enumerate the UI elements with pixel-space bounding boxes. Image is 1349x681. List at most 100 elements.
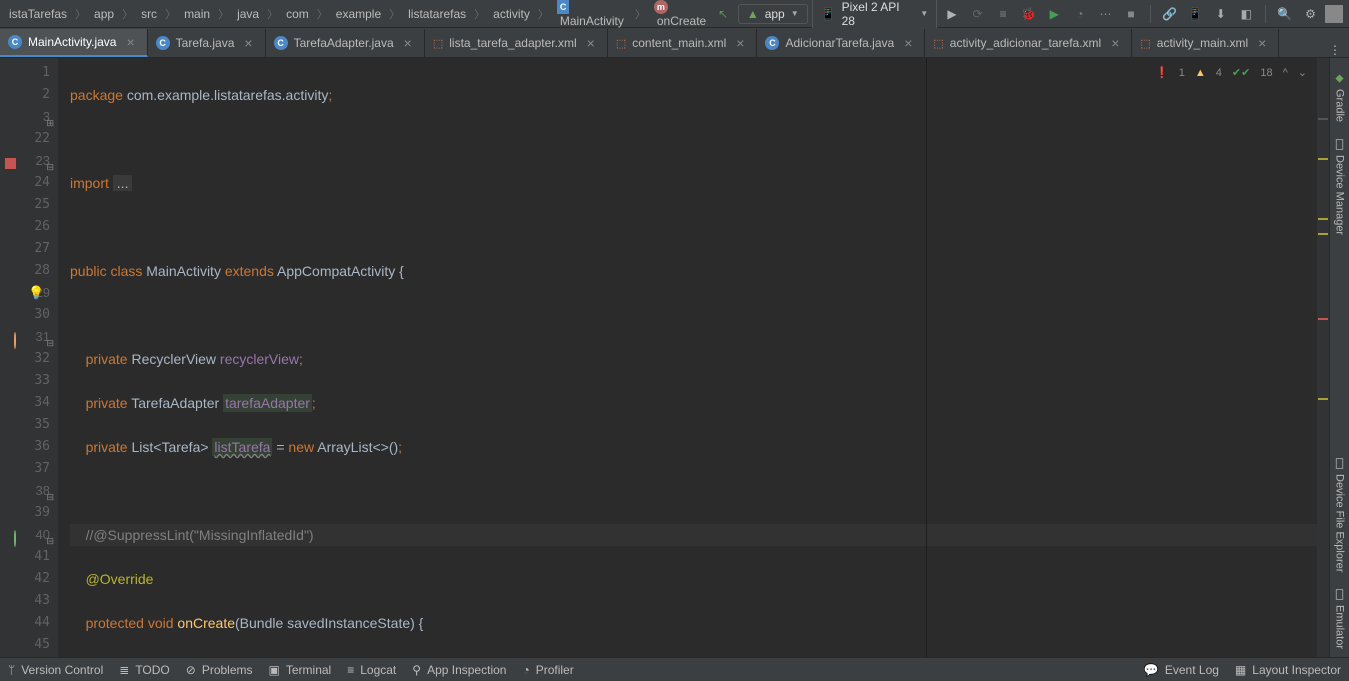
terminal-icon: ▣ (269, 663, 280, 677)
close-icon[interactable]: × (1111, 35, 1119, 51)
attach-debugger-button[interactable]: ⋯ (1095, 3, 1117, 25)
tool-button-terminal[interactable]: ▣Terminal (269, 663, 332, 677)
sdk-manager-button[interactable]: ⬇ (1210, 3, 1232, 25)
gutter[interactable]: 1 2 3⊞ 22 23⊟ 24 25 26 27 28 💡29 30 31⊟ … (0, 58, 58, 657)
search-button[interactable]: 🔍 (1274, 3, 1296, 25)
device-selector[interactable]: 📱 Pixel 2 API 28 ▼ (812, 0, 938, 31)
tool-button-vcs[interactable]: ᛘVersion Control (8, 663, 103, 677)
breadcrumb-item[interactable]: istaTarefas (6, 7, 70, 21)
run-config-selector[interactable]: ▲ app ▼ (738, 4, 808, 24)
logcat-icon: ≡ (347, 663, 354, 677)
line-number: 22 (4, 128, 50, 150)
avd-manager-button[interactable]: 📱 (1184, 3, 1206, 25)
tool-tab-emulator[interactable]: Emulator (1331, 580, 1348, 657)
phone-icon: 📱 (821, 7, 836, 21)
close-icon[interactable]: × (904, 35, 912, 51)
apply-code-changes-button[interactable]: ≡ (992, 3, 1014, 25)
editor-tab[interactable]: ⬚activity_adicionar_tarefa.xml× (925, 29, 1132, 57)
settings-button[interactable]: ⚙ (1300, 3, 1322, 25)
tool-button-todo[interactable]: ≣TODO (119, 663, 170, 677)
tool-tab-device-manager[interactable]: Device Manager (1331, 130, 1348, 243)
breadcrumb-item[interactable]: src (138, 7, 160, 21)
line-number: 38⊟ (4, 480, 50, 502)
line-number: 23⊟ (4, 150, 50, 172)
sync-gradle-button[interactable]: 🔗 (1159, 3, 1181, 25)
breadcrumb-item[interactable]: m onCreate (651, 0, 712, 28)
editor-tab[interactable]: TarefaAdapter.java× (266, 29, 425, 57)
coverage-button[interactable]: ▶ (1044, 3, 1066, 25)
back-button[interactable]: ↖ (712, 3, 734, 25)
editor-tab[interactable]: Tarefa.java× (148, 29, 266, 57)
line-number: 27 (4, 238, 50, 260)
intention-bulb-icon[interactable]: 💡 (28, 282, 44, 304)
inspection-widget[interactable]: ❗1 ▲4 ✔✔18 ^ ⌄ (1155, 62, 1307, 84)
line-number: 24 (4, 172, 50, 194)
breadcrumb-item[interactable]: listatarefas (405, 7, 469, 21)
fold-icon[interactable]: ⊞ (45, 112, 54, 121)
editor-tab[interactable]: MainActivity.java × (0, 29, 148, 57)
close-icon[interactable]: × (404, 35, 412, 51)
tool-button-app-inspection[interactable]: ⚲App Inspection (412, 663, 506, 677)
account-button[interactable] (1325, 5, 1343, 23)
scrollbar-marks[interactable] (1317, 58, 1329, 657)
fold-icon[interactable]: ⊟ (45, 486, 54, 495)
resource-manager-button[interactable]: ◧ (1236, 3, 1258, 25)
tool-button-logcat[interactable]: ≡Logcat (347, 663, 396, 677)
more-tabs-button[interactable]: ⋮ (1321, 43, 1349, 57)
breadcrumb-item[interactable]: java (234, 7, 262, 21)
tool-button-problems[interactable]: ⊘Problems (186, 663, 253, 677)
close-icon[interactable]: × (126, 34, 134, 50)
up-arrow-icon[interactable]: ^ (1283, 62, 1288, 84)
method-icon: m (654, 0, 668, 14)
tool-button-profiler[interactable]: ◔Profiler (522, 663, 573, 677)
chevron-right-icon: 〉 (119, 6, 136, 22)
editor-tab[interactable]: ⬚content_main.xml× (608, 29, 758, 57)
editor-tab[interactable]: ⬚activity_main.xml× (1132, 29, 1279, 57)
layout-icon: ▦ (1235, 663, 1246, 677)
close-icon[interactable]: × (1258, 35, 1266, 51)
breadcrumb-item[interactable]: example (333, 7, 384, 21)
check-icon: ✔✔ (1232, 62, 1250, 84)
override-icon[interactable] (2, 330, 16, 344)
editor-tab[interactable]: ⬚lista_tarefa_adapter.xml× (425, 29, 608, 57)
code-editor[interactable]: package com.example.listatarefas.activit… (58, 58, 1317, 657)
class-icon (765, 36, 779, 50)
debug-button[interactable]: 🐞 (1018, 3, 1040, 25)
breadcrumb-item[interactable]: com (283, 7, 312, 21)
implement-icon[interactable] (2, 528, 16, 542)
breadcrumb-item[interactable]: activity (490, 7, 533, 21)
apply-changes-button[interactable]: ⟳ (967, 3, 989, 25)
close-icon[interactable]: × (587, 35, 595, 51)
tool-button-event-log[interactable]: 💬Event Log (1144, 663, 1219, 677)
log-icon: 💬 (1144, 663, 1159, 677)
bookmark-icon[interactable] (2, 154, 16, 168)
class-icon (557, 0, 570, 14)
breadcrumb-item[interactable]: app (91, 7, 117, 21)
ok-count: 18 (1260, 62, 1272, 84)
fold-icon[interactable]: ⊟ (45, 332, 54, 341)
class-icon (274, 36, 288, 50)
tool-tab-gradle[interactable]: Gradle (1331, 64, 1348, 130)
chevron-right-icon: 〉 (72, 6, 89, 22)
line-number: 39 (4, 502, 50, 524)
tool-button-layout-inspector[interactable]: ▦Layout Inspector (1235, 663, 1341, 677)
line-number: 26 (4, 216, 50, 238)
chevron-right-icon: 〉 (386, 6, 403, 22)
editor-tab[interactable]: AdicionarTarefa.java× (757, 29, 925, 57)
close-icon[interactable]: × (736, 35, 744, 51)
stop-button[interactable]: ■ (1120, 3, 1142, 25)
close-icon[interactable]: × (244, 35, 252, 51)
fold-icon[interactable]: ⊟ (45, 156, 54, 165)
chevron-right-icon: 〉 (264, 6, 281, 22)
breadcrumb-item[interactable]: main (181, 7, 213, 21)
problems-icon: ⊘ (186, 663, 196, 677)
line-number: 28 (4, 260, 50, 282)
tool-tab-device-file-explorer[interactable]: Device File Explorer (1331, 449, 1348, 580)
fold-icon[interactable]: ⊟ (45, 530, 54, 539)
line-number: 41 (4, 546, 50, 568)
xml-icon: ⬚ (1140, 37, 1150, 50)
run-button[interactable]: ▶ (941, 3, 963, 25)
down-arrow-icon[interactable]: ⌄ (1298, 62, 1307, 84)
breadcrumb-item[interactable]: MainActivity (554, 0, 630, 28)
profile-button[interactable]: ◔ (1069, 3, 1091, 25)
